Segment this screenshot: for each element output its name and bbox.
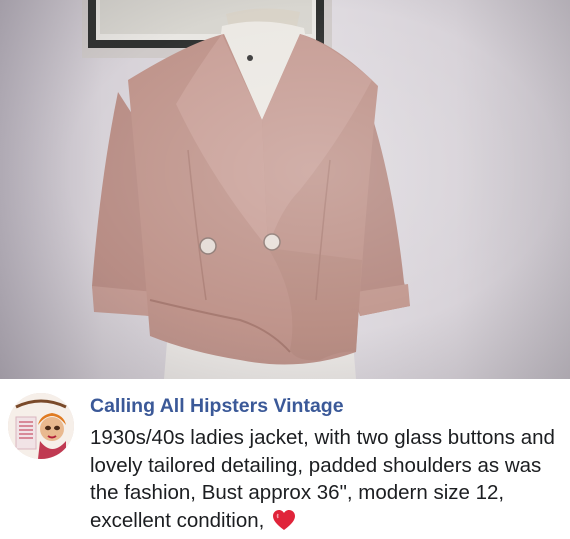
post-text: 1930s/40s ladies jacket, with two glass …	[90, 424, 560, 534]
photo-shading	[0, 0, 570, 379]
post-text-body: 1930s/40s ladies jacket, with two glass …	[90, 426, 555, 532]
page-name-link[interactable]: Calling All Hipsters Vintage	[90, 395, 344, 418]
red-heart-icon	[273, 509, 296, 530]
post-photo[interactable]	[0, 0, 570, 379]
post-caption: Calling All Hipsters Vintage 1930s/40s l…	[0, 379, 570, 539]
page-avatar[interactable]	[8, 393, 74, 459]
vintage-logo-icon	[8, 393, 74, 459]
